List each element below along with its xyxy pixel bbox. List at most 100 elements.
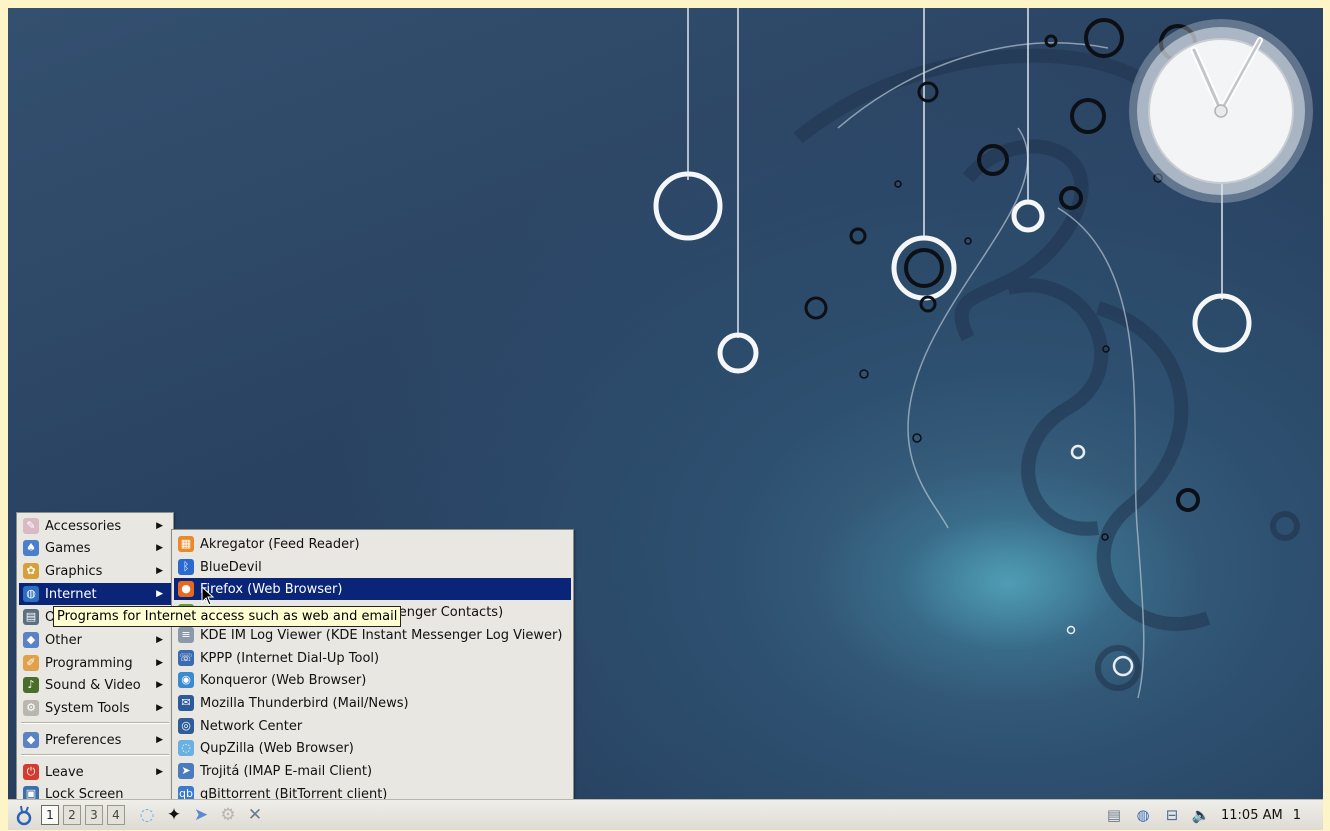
submenu-arrow-icon: ▶ [156, 767, 163, 777]
desktop-number[interactable]: 1 [1293, 808, 1301, 823]
desktop: ✎ Accessories ▶ ♠ Games ▶ ✿ Graphics ▶ ◍ Internet ▶… [8, 8, 1323, 799]
menu-item-label: Akregator (Feed Reader) [200, 536, 360, 552]
konqueror-icon: ◉ [178, 672, 194, 688]
submenu-item-bluedevil[interactable]: ᛒ BlueDevil [174, 556, 571, 578]
tools-icon[interactable]: ✕ [244, 804, 266, 826]
bluetooth-icon: ᛒ [178, 559, 194, 575]
system-tools-icon: ⚙ [23, 700, 39, 716]
menu-item-label: Graphics [45, 563, 103, 579]
menu-item-label: Leave [45, 764, 84, 780]
workspace-switcher: 1234 [37, 805, 125, 825]
submenu-item-qupzilla-web-browser[interactable]: ◌ QupZilla (Web Browser) [174, 737, 571, 759]
log-viewer-icon: ≡ [178, 627, 194, 643]
submenu-item-kppp-internet-dial-up-tool[interactable]: ☏ KPPP (Internet Dial-Up Tool) [174, 647, 571, 669]
menu-item-accessories[interactable]: ✎ Accessories ▶ [19, 515, 171, 537]
menu-item-other[interactable]: ◆ Other ▶ [19, 629, 171, 651]
mail-launcher-icon[interactable]: ➤ [190, 804, 212, 826]
notes-icon[interactable]: ▤ [1105, 806, 1123, 824]
network-center-icon: ◎ [178, 718, 194, 734]
preferences-icon: ◆ [23, 732, 39, 748]
menu-item-leave[interactable]: ⏻ Leave ▶ [19, 761, 171, 783]
menu-item-games[interactable]: ♠ Games ▶ [19, 537, 171, 559]
thunderbird-icon: ✉ [178, 695, 194, 711]
menu-item-lock-screen[interactable]: ▣ Lock Screen [19, 783, 171, 799]
network-globe-icon[interactable]: ◍ [1134, 806, 1152, 824]
tooltip: Programs for Internet access such as web… [53, 606, 402, 627]
accessories-icon: ✎ [23, 518, 39, 534]
menu-item-label: Konqueror (Web Browser) [200, 672, 367, 688]
workspace-3-button[interactable]: 3 [85, 805, 103, 825]
menu-item-label: Programming [45, 655, 133, 671]
submenu-arrow-icon: ▶ [156, 735, 163, 745]
menu-item-label: BlueDevil [200, 559, 262, 575]
qupzilla-icon: ◌ [178, 740, 194, 756]
submenu-item-network-center[interactable]: ◎ Network Center [174, 715, 571, 737]
menu-item-label: System Tools [45, 700, 130, 716]
submenu-arrow-icon: ▶ [156, 680, 163, 690]
menu-item-system-tools[interactable]: ⚙ System Tools ▶ [19, 697, 171, 719]
submenu-item-kde-im-log-viewer-kde-instant-messenger-log-viewer[interactable]: ≡ KDE IM Log Viewer (KDE Instant Messenge… [174, 624, 571, 646]
settings-gear-icon[interactable]: ⚙ [217, 804, 239, 826]
mandriva-launcher-icon[interactable]: ✦ [163, 804, 185, 826]
qupzilla-launcher-icon[interactable]: ◌ [136, 804, 158, 826]
menu-item-preferences[interactable]: ◆ Preferences ▶ [19, 729, 171, 751]
firefox-icon: ● [178, 581, 194, 597]
menu-item-label: Accessories [45, 518, 122, 534]
submenu-item-mozilla-thunderbird-mail-news[interactable]: ✉ Mozilla Thunderbird (Mail/News) [174, 692, 571, 714]
taskbar-clock[interactable]: 11:05 AM [1221, 808, 1283, 823]
menu-item-label: qBittorrent (BitTorrent client) [200, 786, 388, 800]
graphics-icon: ✿ [23, 563, 39, 579]
leave-power-icon: ⏻ [23, 764, 39, 780]
submenu-item-konqueror-web-browser[interactable]: ◉ Konqueror (Web Browser) [174, 669, 571, 691]
lock-screen-icon: ▣ [23, 786, 39, 799]
menu-item-label: Games [45, 540, 91, 556]
submenu-arrow-icon: ▶ [156, 658, 163, 668]
menu-item-graphics[interactable]: ✿ Graphics ▶ [19, 560, 171, 582]
submenu-arrow-icon: ▶ [156, 543, 163, 553]
qbittorrent-icon: qb [178, 786, 194, 799]
submenu-arrow-icon: ▶ [156, 589, 163, 599]
menu-item-label: Lock Screen [45, 786, 124, 800]
network-monitor-icon[interactable]: ⊟ [1163, 806, 1181, 824]
internet-globe-icon: ◍ [23, 586, 39, 602]
workspace-1-button[interactable]: 1 [41, 805, 59, 825]
menu-item-sound-video[interactable]: ♪ Sound & Video ▶ [19, 674, 171, 696]
menu-separator [21, 754, 169, 756]
quick-launch: ◌ ✦ ➤ ⚙ ✕ [131, 804, 266, 826]
menu-item-internet[interactable]: ◍ Internet ▶ [19, 583, 171, 605]
clock-widget-icon[interactable] [1128, 18, 1314, 204]
submenu-arrow-icon: ▶ [156, 635, 163, 645]
submenu-item-trojit-imap-e-mail-client[interactable]: ➤ Trojitá (IMAP E-mail Client) [174, 760, 571, 782]
other-icon: ◆ [23, 632, 39, 648]
menu-item-label: Firefox (Web Browser) [200, 581, 343, 597]
internet-submenu: ▦ Akregator (Feed Reader) ᛒ BlueDevil ● Firef… [171, 529, 574, 799]
submenu-arrow-icon: ▶ [156, 566, 163, 576]
submenu-arrow-icon: ▶ [156, 521, 163, 531]
volume-icon[interactable]: 🔈 [1192, 806, 1211, 824]
mouse-cursor-icon [201, 586, 215, 606]
menu-item-label: QupZilla (Web Browser) [200, 740, 354, 756]
kppp-icon: ☏ [178, 650, 194, 666]
menu-item-label: KPPP (Internet Dial-Up Tool) [200, 650, 380, 666]
sound-video-icon: ♪ [23, 677, 39, 693]
menu-item-programming[interactable]: ✐ Programming ▶ [19, 652, 171, 674]
menu-item-label: Other [45, 632, 82, 648]
menu-item-label: Mozilla Thunderbird (Mail/News) [200, 695, 409, 711]
system-tray: ▤ ◍ ⊟ 🔈 11:05 AM 1 [1105, 800, 1323, 830]
menu-item-label: KDE IM Log Viewer (KDE Instant Messenger… [200, 627, 563, 643]
submenu-item-qbittorrent-bittorrent-client[interactable]: qb qBittorrent (BitTorrent client) [174, 783, 571, 799]
start-menu-icon[interactable] [13, 804, 35, 826]
submenu-item-firefox-web-browser[interactable]: ● Firefox (Web Browser) [174, 578, 571, 600]
submenu-arrow-icon: ▶ [156, 703, 163, 713]
workspace-2-button[interactable]: 2 [63, 805, 81, 825]
menu-item-label: Trojitá (IMAP E-mail Client) [200, 763, 373, 779]
workspace-4-button[interactable]: 4 [107, 805, 125, 825]
submenu-item-akregator-feed-reader[interactable]: ▦ Akregator (Feed Reader) [174, 533, 571, 555]
menu-item-label: Internet [45, 586, 97, 602]
trojita-icon: ➤ [178, 763, 194, 779]
menu-item-label: Sound & Video [45, 677, 141, 693]
taskbar: 1234 ◌ ✦ ➤ ⚙ ✕ ▤ ◍ ⊟ 🔈 11:05 AM 1 [8, 799, 1323, 830]
programming-icon: ✐ [23, 655, 39, 671]
games-icon: ♠ [23, 540, 39, 556]
menu-item-label: Preferences [45, 732, 122, 748]
